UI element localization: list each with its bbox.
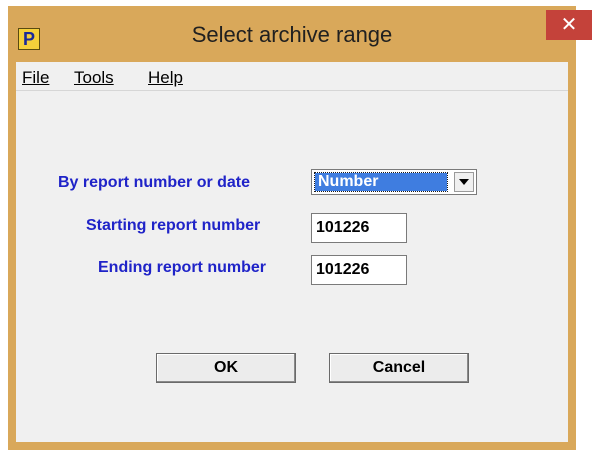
dialog-window: P Select archive range File Tools Help B… — [8, 6, 592, 450]
mode-label: By report number or date — [58, 174, 251, 191]
menu-bar: File Tools Help — [16, 62, 568, 91]
start-label: Starting report number — [86, 217, 261, 234]
title-bar[interactable]: P Select archive range — [8, 6, 576, 62]
end-label: Ending report number — [98, 259, 266, 276]
form-panel: By report number or date Number Starting… — [16, 91, 568, 442]
dropdown-arrow-icon[interactable] — [454, 172, 474, 192]
mode-select[interactable]: Number — [311, 169, 477, 195]
menu-help[interactable]: Help — [148, 68, 183, 88]
start-report-number-input[interactable]: 101226 — [311, 213, 407, 243]
client-area: File Tools Help By report number or date… — [16, 62, 568, 442]
close-button[interactable]: ✕ — [546, 10, 592, 40]
menu-tools-label: Tools — [74, 68, 114, 87]
cancel-button[interactable]: Cancel — [329, 353, 469, 383]
menu-file-label: File — [22, 68, 50, 87]
menu-help-label: Help — [148, 68, 183, 87]
menu-tools[interactable]: Tools — [74, 68, 114, 88]
end-report-number-input[interactable]: 101226 — [311, 255, 407, 285]
ok-button[interactable]: OK — [156, 353, 296, 383]
window-title: Select archive range — [191, 22, 393, 47]
chevron-down-icon — [459, 179, 469, 185]
menu-file[interactable]: File — [22, 68, 49, 88]
close-icon: ✕ — [560, 14, 578, 36]
mode-select-value: Number — [314, 172, 448, 192]
